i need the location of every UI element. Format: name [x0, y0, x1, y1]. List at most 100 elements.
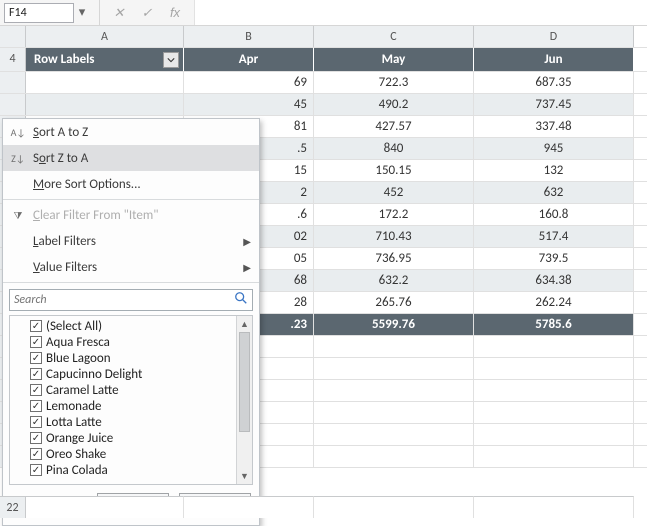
cell[interactable]: [314, 402, 474, 423]
search-icon[interactable]: [234, 291, 248, 309]
cell[interactable]: [474, 336, 634, 357]
row-header[interactable]: [0, 72, 26, 93]
scroll-thumb[interactable]: [239, 332, 250, 432]
pivot-col-apr[interactable]: Apr: [184, 48, 314, 71]
cell[interactable]: 160.8: [474, 204, 634, 225]
cell[interactable]: 737.45: [474, 94, 634, 115]
cell[interactable]: 945: [474, 138, 634, 159]
cell[interactable]: [26, 496, 184, 518]
cancel-icon[interactable]: ✕: [112, 5, 126, 21]
cell[interactable]: [314, 496, 474, 518]
cell[interactable]: 262.24: [474, 292, 634, 313]
pivot-col-may[interactable]: May: [314, 48, 474, 71]
cell[interactable]: [26, 94, 184, 115]
cell[interactable]: 736.95: [314, 248, 474, 269]
filter-search-box[interactable]: [9, 289, 253, 311]
row-header-22[interactable]: 22: [0, 496, 26, 518]
pivot-rowlabels-header[interactable]: Row Labels: [26, 48, 184, 71]
col-header-a[interactable]: A: [26, 26, 184, 47]
checkbox-icon[interactable]: ✓: [30, 336, 42, 348]
cell[interactable]: [474, 358, 634, 379]
cell[interactable]: 132: [474, 160, 634, 181]
cell[interactable]: [314, 380, 474, 401]
menu-label-filters[interactable]: Label Filters ▶: [3, 228, 259, 254]
checkbox-icon[interactable]: ✓: [30, 416, 42, 428]
cell[interactable]: 69: [184, 72, 314, 93]
scroll-down-icon[interactable]: ▼: [237, 468, 252, 484]
cell[interactable]: 739.5: [474, 248, 634, 269]
col-header-d[interactable]: D: [474, 26, 634, 47]
name-box-dropdown[interactable]: ▾: [74, 3, 90, 23]
filter-item[interactable]: ✓Orange Juice: [12, 430, 234, 446]
menu-sort-za[interactable]: Z↓ Sort Z to A: [3, 145, 259, 171]
fx-icon[interactable]: fx: [168, 5, 182, 20]
filter-dropdown-button[interactable]: [163, 52, 179, 68]
checkbox-icon[interactable]: ✓: [30, 384, 42, 396]
formula-bar: F14 ▾ ✕ ✓ fx: [0, 0, 647, 26]
pivot-col-jun[interactable]: Jun: [474, 48, 634, 71]
cell[interactable]: 710.43: [314, 226, 474, 247]
checkbox-icon[interactable]: ✓: [30, 432, 42, 444]
filter-item[interactable]: ✓ Blue Lagoon: [12, 350, 234, 366]
cell[interactable]: [314, 424, 474, 445]
checkbox-icon[interactable]: ✓: [30, 448, 42, 460]
cell[interactable]: 5785.6: [474, 314, 634, 335]
cell[interactable]: [474, 496, 634, 518]
col-header-b[interactable]: B: [184, 26, 314, 47]
cell[interactable]: 490.2: [314, 94, 474, 115]
cell[interactable]: [474, 424, 634, 445]
checkbox-icon[interactable]: ✓: [30, 352, 42, 364]
cell[interactable]: [314, 446, 474, 467]
row-header-4[interactable]: 4: [0, 48, 26, 71]
formula-input[interactable]: [194, 0, 647, 25]
checkbox-icon[interactable]: ✓: [30, 320, 42, 332]
cell[interactable]: 427.57: [314, 116, 474, 137]
cell[interactable]: 337.48: [474, 116, 634, 137]
cell[interactable]: 452: [314, 182, 474, 203]
cell[interactable]: [474, 402, 634, 423]
confirm-icon[interactable]: ✓: [140, 5, 154, 21]
cell[interactable]: 687.35: [474, 72, 634, 93]
cell[interactable]: 632: [474, 182, 634, 203]
checkbox-icon[interactable]: ✓: [30, 368, 42, 380]
menu-sort-az[interactable]: A↓ Sort A to Z: [3, 119, 259, 145]
row-header[interactable]: [0, 94, 26, 115]
cell[interactable]: 5599.76: [314, 314, 474, 335]
cell[interactable]: 517.4: [474, 226, 634, 247]
rowlabels-text: Row Labels: [34, 48, 95, 72]
menu-value-filters[interactable]: Value Filters ▶: [3, 254, 259, 280]
cell[interactable]: [26, 72, 184, 93]
filter-item[interactable]: ✓Lemonade: [12, 398, 234, 414]
cell[interactable]: 840: [314, 138, 474, 159]
cell[interactable]: [314, 336, 474, 357]
cell[interactable]: [474, 446, 634, 467]
cell[interactable]: [314, 358, 474, 379]
search-input[interactable]: [14, 293, 234, 307]
cell[interactable]: 722.3: [314, 72, 474, 93]
filter-item-label: Oreo Shake: [46, 447, 106, 462]
checkbox-icon[interactable]: ✓: [30, 464, 42, 476]
col-header-c[interactable]: C: [314, 26, 474, 47]
filter-item[interactable]: ✓(Select All): [12, 318, 234, 334]
cell[interactable]: 632.2: [314, 270, 474, 291]
checkbox-icon[interactable]: ✓: [30, 400, 42, 412]
cell[interactable]: 150.15: [314, 160, 474, 181]
select-all-triangle[interactable]: [0, 26, 26, 47]
filter-item[interactable]: ✓Aqua Fresca: [12, 334, 234, 350]
cell[interactable]: 634.38: [474, 270, 634, 291]
cell[interactable]: 265.76: [314, 292, 474, 313]
scroll-up-icon[interactable]: ▲: [237, 316, 252, 332]
cell[interactable]: [184, 496, 314, 518]
filter-item[interactable]: ✓Pina Colada: [12, 462, 234, 478]
cell[interactable]: 45: [184, 94, 314, 115]
name-box[interactable]: F14: [4, 3, 74, 23]
filter-item[interactable]: ✓ Oreo Shake: [12, 446, 234, 462]
checklist-scrollbar[interactable]: ▲ ▼: [236, 316, 252, 484]
filter-item[interactable]: ✓Lotta Latte: [12, 414, 234, 430]
cell[interactable]: [474, 380, 634, 401]
filter-item[interactable]: ✓Capucinno Delight: [12, 366, 234, 382]
filter-item-label: Blue Lagoon: [46, 351, 111, 366]
cell[interactable]: 172.2: [314, 204, 474, 225]
filter-item[interactable]: ✓Caramel Latte: [12, 382, 234, 398]
menu-more-sort[interactable]: More Sort Options...: [3, 171, 259, 197]
